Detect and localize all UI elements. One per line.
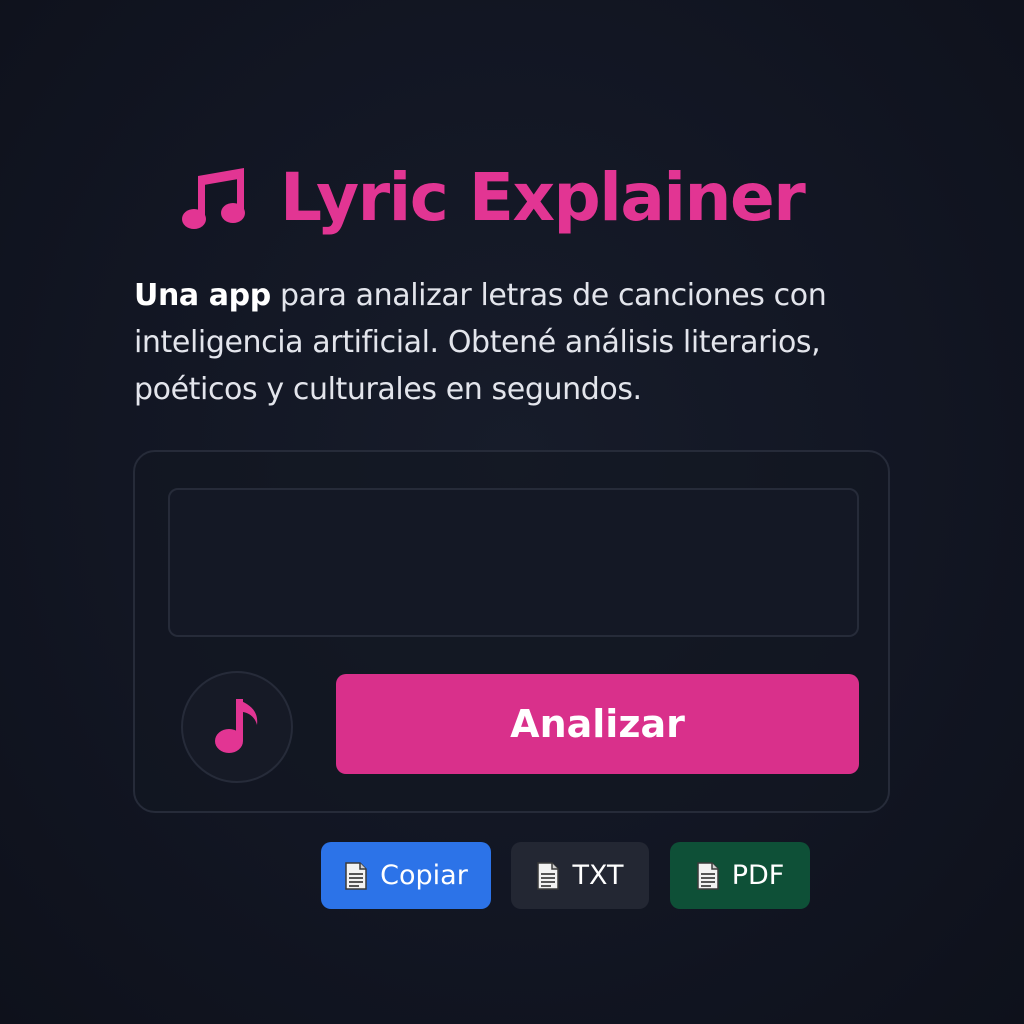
app-header: Lyric Explainer [178, 150, 806, 246]
txt-export-label: TXT [572, 860, 624, 891]
document-icon [344, 861, 368, 890]
app-title: Lyric Explainer [280, 159, 806, 236]
description-bold-lead: Una app [134, 278, 271, 313]
copy-button[interactable]: Copiar [321, 842, 491, 909]
document-icon [536, 861, 560, 890]
pdf-export-button[interactable]: PDF [670, 842, 810, 909]
analysis-panel: Analizar [133, 450, 890, 813]
music-notes-icon [178, 162, 250, 234]
analyze-button[interactable]: Analizar [336, 674, 859, 774]
app-description: Una app para analizar letras de cancione… [134, 272, 894, 413]
music-note-button[interactable] [181, 671, 293, 783]
pdf-export-label: PDF [731, 860, 785, 891]
copy-button-label: Copiar [380, 860, 468, 891]
document-icon [696, 861, 720, 890]
txt-export-button[interactable]: TXT [511, 842, 649, 909]
lyrics-input[interactable] [168, 488, 859, 637]
music-note-icon [209, 695, 265, 759]
